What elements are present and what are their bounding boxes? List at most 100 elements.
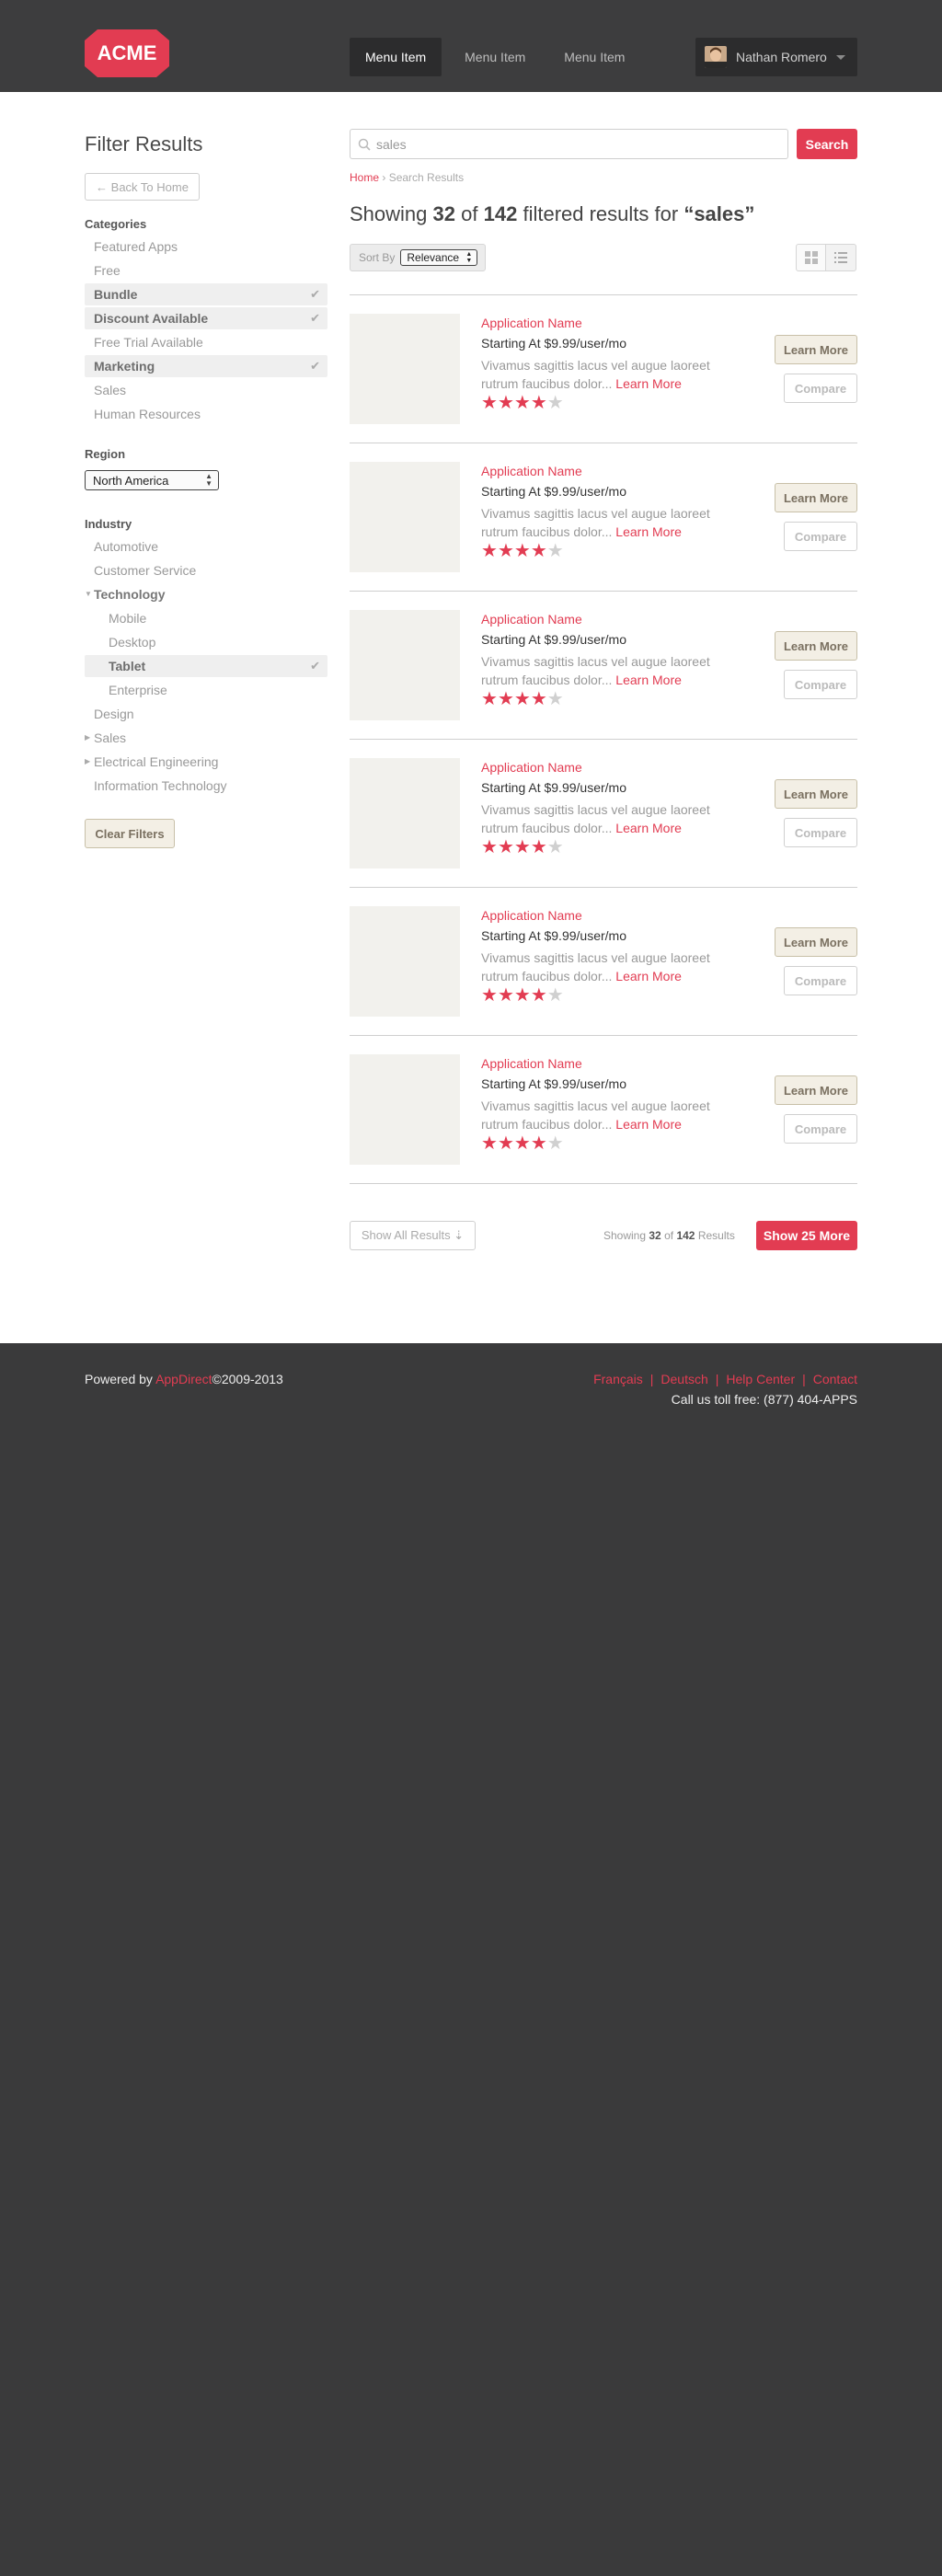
footer-link-deutsch[interactable]: Deutsch (661, 1372, 707, 1386)
clear-filters-button[interactable]: Clear Filters (85, 819, 175, 848)
appdirect-link[interactable]: AppDirect (155, 1372, 212, 1386)
compare-button[interactable]: Compare (784, 818, 857, 847)
learn-more-button[interactable]: Learn More (775, 927, 857, 957)
learn-more-button[interactable]: Learn More (775, 335, 857, 364)
learn-more-link[interactable]: Learn More (615, 376, 682, 391)
grid-view-button[interactable] (796, 244, 826, 271)
category-bundle[interactable]: Bundle ✔ (85, 283, 327, 305)
category-discount-available[interactable]: Discount Available ✔ (85, 307, 327, 329)
industry-design[interactable]: Design (85, 703, 327, 725)
sort-bar: Sort By Relevance ▲ ▼ (350, 244, 486, 271)
summary-total-count: 142 (483, 202, 518, 225)
compare-button[interactable]: Compare (784, 522, 857, 551)
category-marketing[interactable]: Marketing ✔ (85, 355, 327, 377)
search-field[interactable] (350, 129, 788, 159)
star-rating: ★★★★★ (481, 838, 564, 857)
sort-select[interactable]: Relevance ▲ ▼ (400, 249, 478, 266)
category-label: Bundle (94, 287, 138, 302)
industry-item-label: Information Technology (94, 778, 227, 793)
footer-link-help-center[interactable]: Help Center (726, 1372, 795, 1386)
category-label: Marketing (94, 359, 155, 374)
select-arrows-icon: ▲ ▼ (465, 251, 473, 264)
category-human-resources[interactable]: Human Resources (85, 403, 327, 425)
breadcrumb-home-link[interactable]: Home (350, 171, 379, 184)
checkmark-icon: ✔ (310, 359, 320, 373)
nav-menu-item-2[interactable]: Menu Item (449, 38, 541, 76)
app-name-link[interactable]: Application Name (481, 908, 582, 923)
industry-sales[interactable]: ▶ Sales (85, 727, 327, 749)
footer-link-contact[interactable]: Contact (813, 1372, 857, 1386)
nav-menu-item-1[interactable]: Menu Item (350, 38, 442, 76)
app-thumbnail[interactable] (350, 906, 460, 1017)
category-label: Sales (94, 383, 127, 397)
show-more-button[interactable]: Show 25 More (756, 1221, 857, 1250)
result-item: Application Name Starting At $9.99/user/… (350, 295, 857, 443)
category-free[interactable]: Free (85, 259, 327, 282)
learn-more-button[interactable]: Learn More (775, 779, 857, 809)
star-rating: ★★★★★ (481, 542, 564, 560)
compare-button[interactable]: Compare (784, 966, 857, 995)
result-item: Application Name Starting At $9.99/user/… (350, 1036, 857, 1184)
learn-more-link[interactable]: Learn More (615, 673, 682, 687)
compare-button[interactable]: Compare (784, 670, 857, 699)
app-thumbnail[interactable] (350, 462, 460, 572)
industry-automotive[interactable]: Automotive (85, 535, 327, 558)
list-view-button[interactable] (826, 244, 856, 271)
industry-customer-service[interactable]: Customer Service (85, 559, 327, 581)
industry-enterprise[interactable]: Enterprise (85, 679, 327, 701)
app-price: Starting At $9.99/user/mo (481, 928, 626, 943)
learn-more-link[interactable]: Learn More (615, 969, 682, 983)
link-separator: | (802, 1372, 806, 1386)
view-toggle (796, 244, 856, 271)
industry-technology[interactable]: ▼ Technology (85, 583, 327, 605)
star-icon: ★ (481, 985, 498, 1006)
list-icon (834, 252, 847, 263)
star-empty-icon: ★ (546, 541, 564, 561)
summary-of: of (461, 202, 478, 225)
app-thumbnail[interactable] (350, 314, 460, 424)
compare-button[interactable]: Compare (784, 374, 857, 403)
footer-link-francais[interactable]: Français (593, 1372, 643, 1386)
star-empty-icon: ★ (546, 985, 564, 1006)
result-item: Application Name Starting At $9.99/user/… (350, 443, 857, 592)
learn-more-button[interactable]: Learn More (775, 1075, 857, 1105)
star-icon: ★ (513, 1133, 531, 1154)
category-label: Free Trial Available (94, 335, 203, 350)
search-input[interactable] (376, 136, 763, 152)
industry-tablet[interactable]: Tablet ✔ (85, 655, 327, 677)
region-select[interactable]: North America ▲ ▼ (85, 470, 219, 490)
star-icon: ★ (513, 837, 531, 857)
industry-information-technology[interactable]: Information Technology (85, 775, 327, 797)
compare-button[interactable]: Compare (784, 1114, 857, 1144)
category-sales[interactable]: Sales (85, 379, 327, 401)
category-featured-apps[interactable]: Featured Apps (85, 236, 327, 258)
learn-more-link[interactable]: Learn More (615, 1117, 682, 1132)
app-thumbnail[interactable] (350, 1054, 460, 1165)
back-to-home-button[interactable]: ← Back To Home (85, 173, 200, 201)
star-icon: ★ (513, 541, 531, 561)
app-name-link[interactable]: Application Name (481, 316, 582, 330)
learn-more-button[interactable]: Learn More (775, 483, 857, 512)
industry-desktop[interactable]: Desktop (85, 631, 327, 653)
industry-electrical-engineering[interactable]: ▶ Electrical Engineering (85, 751, 327, 773)
results-summary: Showing 32 of 142 filtered results for “… (350, 202, 754, 226)
app-thumbnail[interactable] (350, 610, 460, 720)
search-button[interactable]: Search (797, 129, 857, 159)
app-name-link[interactable]: Application Name (481, 464, 582, 478)
acme-logo[interactable]: ACME (85, 29, 169, 77)
user-menu[interactable]: Nathan Romero (695, 38, 857, 76)
learn-more-button[interactable]: Learn More (775, 631, 857, 661)
industry-mobile[interactable]: Mobile (85, 607, 327, 629)
nav-menu-item-3[interactable]: Menu Item (548, 38, 640, 76)
star-empty-icon: ★ (546, 837, 564, 857)
learn-more-link[interactable]: Learn More (615, 524, 682, 539)
pager-of: of (664, 1229, 674, 1242)
breadcrumb-separator: › (382, 171, 386, 184)
app-name-link[interactable]: Application Name (481, 612, 582, 627)
app-thumbnail[interactable] (350, 758, 460, 868)
app-name-link[interactable]: Application Name (481, 760, 582, 775)
category-free-trial-available[interactable]: Free Trial Available (85, 331, 327, 353)
app-name-link[interactable]: Application Name (481, 1056, 582, 1071)
show-all-results-button[interactable]: Show All Results ⇣ (350, 1221, 476, 1250)
learn-more-link[interactable]: Learn More (615, 821, 682, 835)
